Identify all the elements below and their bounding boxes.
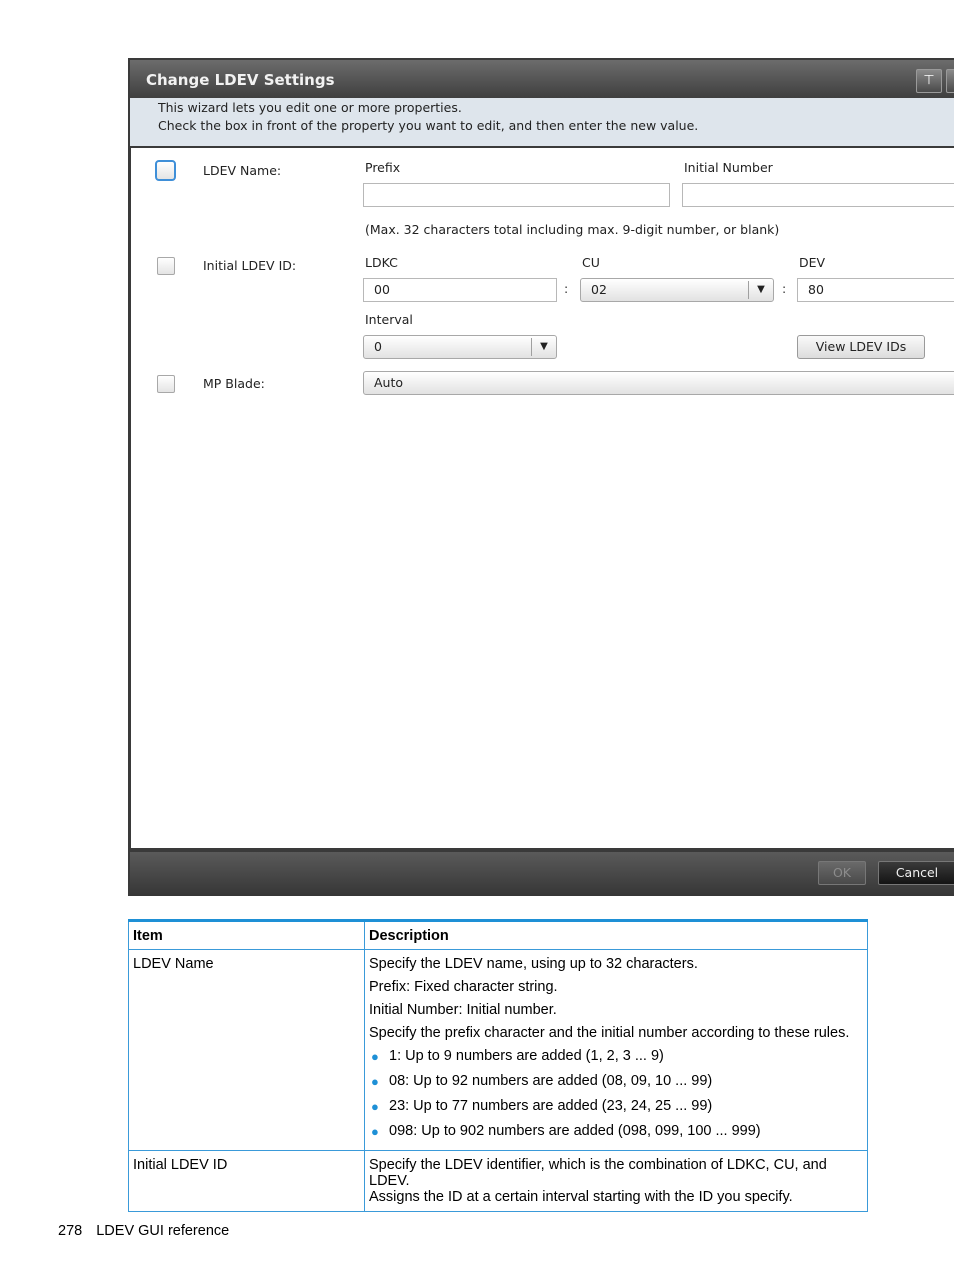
page-footer: 278 LDEV GUI reference [58, 1223, 229, 1239]
wizard-instructions: This wizard lets you edit one or more pr… [130, 98, 954, 146]
initial-ldev-id-checkbox[interactable] [157, 257, 175, 275]
description-cell: Specify the LDEV name, using up to 32 ch… [364, 949, 868, 1151]
separator-colon: : [782, 281, 787, 296]
list-item: ● 08: Up to 92 numbers are added (08, 09,… [369, 1073, 863, 1090]
list-item: ● 098: Up to 902 numbers are added (098, … [369, 1123, 863, 1140]
mp-blade-value: Auto [374, 375, 404, 390]
intro-line-2: Check the box in front of the property y… [158, 118, 699, 133]
description-paragraph: Prefix: Fixed character string. [369, 979, 558, 995]
separator-colon: : [564, 281, 569, 296]
mp-blade-select[interactable]: Auto [363, 371, 954, 395]
item-cell: Initial LDEV ID [128, 1150, 365, 1212]
dialog-content: LDEV Name: Prefix Initial Number (Max. 3… [131, 148, 954, 848]
bullet-icon: ● [371, 1074, 379, 1089]
column-header-item: Item [128, 920, 365, 950]
dialog-footer: OK Cancel [130, 852, 954, 896]
table-row: Initial LDEV ID Specify the LDEV identif… [128, 1150, 868, 1212]
list-item: ● 23: Up to 77 numbers are added (23, 24,… [369, 1098, 863, 1115]
cancel-button[interactable]: Cancel [878, 861, 954, 885]
change-ldev-settings-dialog: Change LDEV Settings ⊤ This wizard lets … [128, 58, 954, 896]
bullet-icon: ● [371, 1124, 379, 1139]
intro-line-1: This wizard lets you edit one or more pr… [158, 100, 462, 115]
ldev-name-label: LDEV Name: [203, 163, 282, 178]
ok-button[interactable]: OK [818, 861, 866, 885]
ldkc-label: LDKC [365, 255, 398, 270]
page-number: 278 [58, 1223, 83, 1239]
dialog-title: Change LDEV Settings [146, 71, 335, 89]
chevron-down-icon[interactable]: ▼ [748, 281, 773, 299]
dev-label: DEV [799, 255, 826, 270]
prefix-input[interactable] [363, 183, 670, 207]
mp-blade-label: MP Blade: [203, 376, 265, 391]
bullet-icon: ● [371, 1049, 379, 1064]
bullet-text: 08: Up to 92 numbers are added (08, 09, … [389, 1073, 713, 1089]
description-paragraph: Assigns the ID at a certain interval sta… [369, 1189, 793, 1205]
bullet-text: 1: Up to 9 numbers are added (1, 2, 3 ..… [389, 1048, 664, 1064]
description-paragraph: Specify the LDEV name, using up to 32 ch… [369, 956, 698, 972]
list-item: ● 1: Up to 9 numbers are added (1, 2, 3 .… [369, 1048, 863, 1065]
view-ldev-ids-button[interactable]: View LDEV IDs [797, 335, 925, 359]
mp-blade-checkbox[interactable] [157, 375, 175, 393]
interval-select[interactable]: 0 ▼ [363, 335, 557, 359]
window-button[interactable] [946, 69, 954, 93]
ldkc-input[interactable]: 00 [363, 278, 557, 302]
initial-number-input[interactable] [682, 183, 954, 207]
ldev-name-hint: (Max. 32 characters total including max.… [365, 222, 780, 237]
description-paragraph: Initial Number: Initial number. [369, 1002, 557, 1018]
chevron-down-icon[interactable]: ▼ [531, 338, 556, 356]
cu-label: CU [582, 255, 600, 270]
description-paragraph: Specify the prefix character and the ini… [369, 1025, 850, 1041]
section-title: LDEV GUI reference [96, 1223, 230, 1239]
column-header-description: Description [364, 920, 868, 950]
interval-value: 0 [374, 339, 382, 354]
bullet-text: 098: Up to 902 numbers are added (098, 0… [389, 1123, 761, 1139]
description-cell: Specify the LDEV identifier, which is th… [364, 1150, 868, 1212]
description-paragraph: Specify the LDEV identifier, which is th… [369, 1157, 827, 1189]
dialog-titlebar: Change LDEV Settings ⊤ [130, 60, 954, 98]
initial-ldev-id-label: Initial LDEV ID: [203, 258, 297, 273]
table-row: LDEV Name Specify the LDEV name, using u… [128, 949, 868, 1151]
prefix-label: Prefix [365, 160, 401, 175]
pin-icon[interactable]: ⊤ [916, 69, 942, 93]
initial-number-label: Initial Number [684, 160, 773, 175]
bullet-icon: ● [371, 1099, 379, 1114]
bullet-text: 23: Up to 77 numbers are added (23, 24, … [389, 1098, 713, 1114]
table-header-row: Item Description [128, 920, 868, 950]
dev-input[interactable]: 80 [797, 278, 954, 302]
cu-select[interactable]: 02 ▼ [580, 278, 774, 302]
ldev-name-checkbox[interactable] [155, 160, 176, 181]
item-cell: LDEV Name [128, 949, 365, 1151]
cu-value: 02 [591, 282, 607, 297]
interval-label: Interval [365, 312, 413, 327]
item-description-table: Item Description LDEV Name Specify the L… [128, 919, 868, 1212]
